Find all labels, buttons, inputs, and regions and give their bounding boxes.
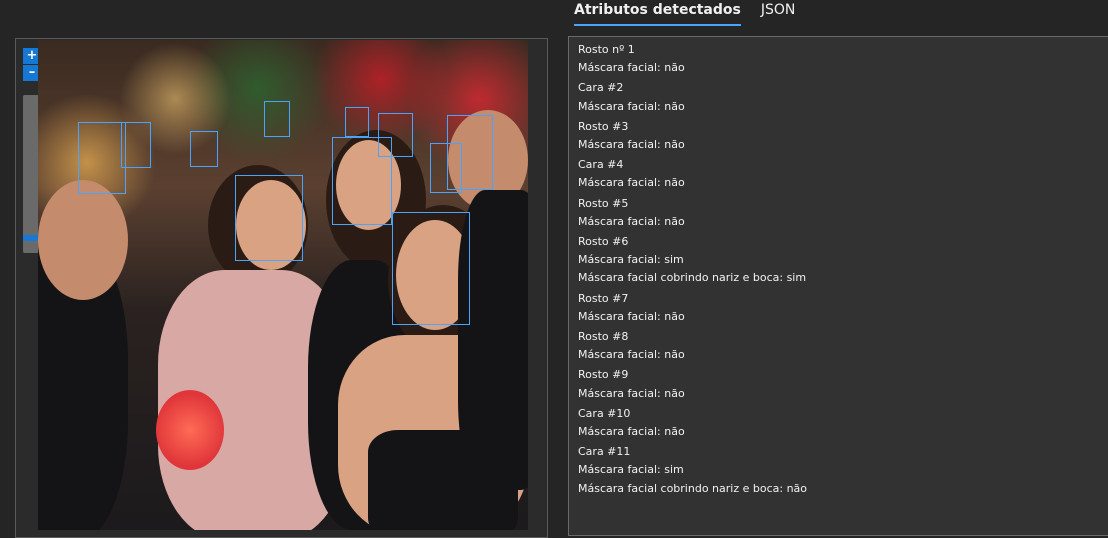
face-result: Rosto nº 1 Máscara facial: não bbox=[578, 41, 1103, 77]
face-result-attribute: Máscara facial cobrindo nariz e boca: si… bbox=[578, 271, 807, 285]
face-result-attribute: Máscara facial: não bbox=[578, 425, 685, 439]
face-result-attribute: Máscara facial: sim bbox=[578, 253, 684, 267]
face-result-attribute: Máscara facial: não bbox=[578, 386, 685, 400]
tab-detected-attributes[interactable]: Atributos detectados bbox=[574, 0, 741, 26]
person-shape bbox=[156, 390, 224, 470]
face-box[interactable] bbox=[332, 137, 392, 225]
detected-attributes-panel: Rosto nº 1 Máscara facial: não Cara #2 Másc… bbox=[568, 36, 1108, 536]
face-box[interactable] bbox=[190, 131, 218, 167]
face-result-title: Rosto #5 bbox=[578, 196, 629, 210]
face-box[interactable] bbox=[430, 143, 462, 193]
face-result: Cara #10 Máscara facial: não bbox=[578, 405, 1103, 441]
image-viewer: + – bbox=[15, 38, 548, 538]
face-box[interactable] bbox=[78, 122, 126, 194]
face-result-attribute: Máscara facial: não bbox=[578, 214, 685, 228]
face-result: Cara #4 Máscara facial: não bbox=[578, 156, 1103, 192]
face-result: Cara #2 Máscara facial: não bbox=[578, 79, 1103, 115]
face-result-attribute: Máscara facial: não bbox=[578, 309, 685, 323]
face-result-attribute: Máscara facial: não bbox=[578, 176, 685, 190]
face-result-title: Rosto #6 bbox=[578, 235, 629, 249]
tab-json[interactable]: JSON bbox=[761, 0, 796, 24]
result-tabs: Atributos detectados JSON bbox=[574, 0, 795, 28]
face-result-attribute: Máscara facial: não bbox=[578, 348, 685, 362]
face-result-title: Cara #4 bbox=[578, 158, 624, 172]
analyzed-photo bbox=[38, 40, 528, 530]
face-result: Rosto #3 Máscara facial: não bbox=[578, 118, 1103, 154]
face-box[interactable] bbox=[345, 107, 369, 137]
face-result-title: Cara #10 bbox=[578, 406, 631, 420]
face-box[interactable] bbox=[392, 212, 470, 325]
person-shape bbox=[38, 180, 128, 300]
face-result-attribute: Máscara facial: não bbox=[578, 99, 685, 113]
face-result: Rosto #9 Máscara facial: não bbox=[578, 366, 1103, 402]
face-box[interactable] bbox=[264, 101, 290, 137]
face-result-title: Cara #11 bbox=[578, 445, 631, 459]
face-result: Rosto #8 Máscara facial: não bbox=[578, 328, 1103, 364]
face-result-title: Rosto #7 bbox=[578, 291, 629, 305]
face-result-attribute: Máscara facial: não bbox=[578, 61, 685, 75]
face-result-title: Rosto #8 bbox=[578, 330, 629, 344]
face-box[interactable] bbox=[121, 122, 151, 168]
face-result: Cara #11 Máscara facial: sim Máscara facia… bbox=[578, 443, 1103, 498]
face-result: Rosto #5 Máscara facial: não bbox=[578, 195, 1103, 231]
face-box[interactable] bbox=[235, 175, 303, 261]
face-result-attribute: Máscara facial: sim bbox=[578, 463, 684, 477]
results-list: Rosto nº 1 Máscara facial: não Cara #2 Másc… bbox=[578, 41, 1103, 498]
face-result-title: Rosto nº 1 bbox=[578, 43, 635, 56]
face-result-title: Rosto #9 bbox=[578, 368, 629, 382]
face-result-attribute: Máscara facial cobrindo nariz e boca: nã… bbox=[578, 481, 808, 495]
face-result-attribute: Máscara facial: não bbox=[578, 138, 685, 152]
face-result: Rosto #6 Máscara facial: sim Máscara facia… bbox=[578, 233, 1103, 288]
face-result-title: Cara #2 bbox=[578, 81, 624, 95]
face-result: Rosto #7 Máscara facial: não bbox=[578, 290, 1103, 326]
face-result-title: Rosto #3 bbox=[578, 119, 629, 133]
